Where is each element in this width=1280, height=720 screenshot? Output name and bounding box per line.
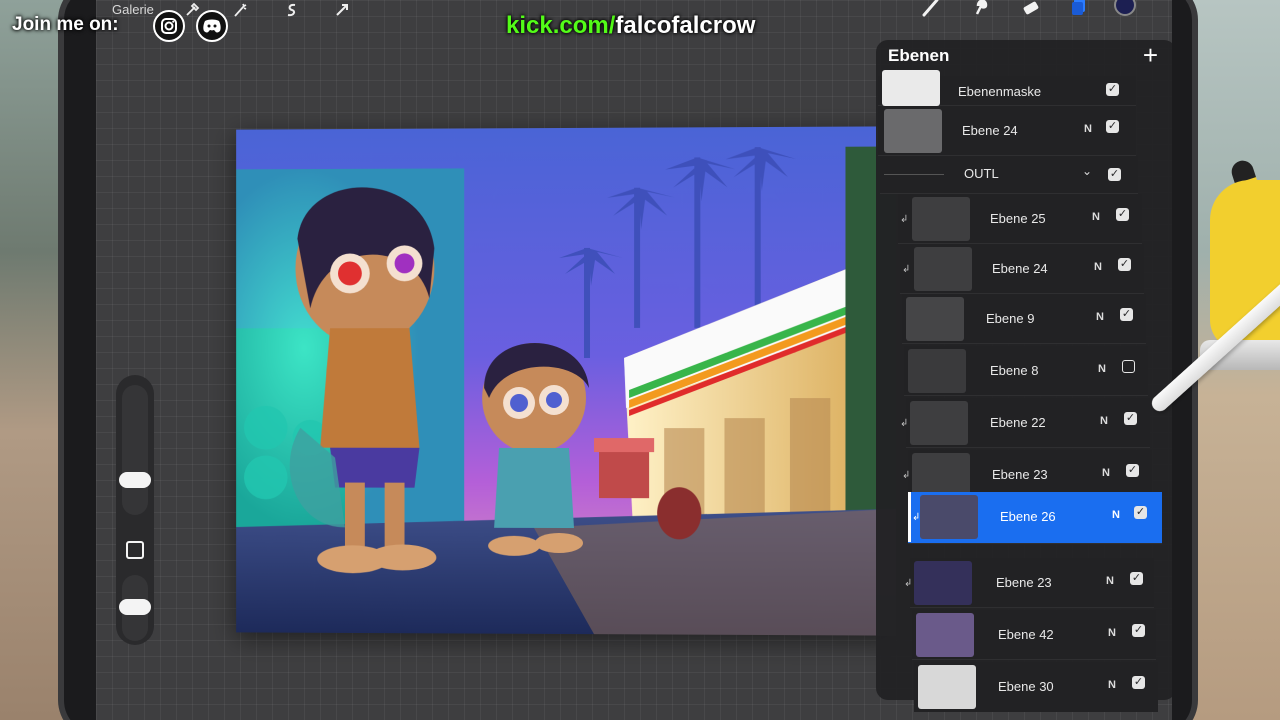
- layer-name: Ebene 24: [992, 261, 1048, 276]
- layer-visibility-checkbox[interactable]: ✓: [1120, 308, 1133, 321]
- layer-name: Ebene 23: [996, 575, 1052, 590]
- clipping-mask-icon: ↲: [900, 214, 909, 225]
- adjustments-icon[interactable]: [232, 2, 248, 22]
- opacity-handle[interactable]: [119, 599, 151, 615]
- layers-panel-title: Ebenen: [888, 46, 950, 65]
- layer-row[interactable]: Ebene 42 N ✓: [912, 610, 1156, 660]
- layer-thumbnail: [912, 197, 970, 241]
- layer-thumbnail: [884, 109, 942, 153]
- modify-button[interactable]: [126, 541, 144, 559]
- layer-name: Ebene 30: [998, 679, 1054, 694]
- layer-blend-mode[interactable]: N: [1102, 467, 1110, 479]
- layer-visibility-checkbox[interactable]: ✓: [1132, 624, 1145, 637]
- layer-row[interactable]: Ebene 24 N ✓: [878, 106, 1136, 156]
- layer-row[interactable]: Ebenenmaske ✓: [878, 70, 1136, 106]
- clipping-mask-icon: ↲: [904, 578, 913, 589]
- artwork-illustration: [236, 126, 897, 636]
- layer-thumbnail: [882, 70, 940, 106]
- selection-indicator: [908, 492, 911, 542]
- layer-group-row[interactable]: OUTL ⌄ ✓: [880, 156, 1138, 194]
- layer-blend-mode[interactable]: N: [1112, 509, 1120, 521]
- layer-thumbnail: [916, 613, 974, 657]
- layer-visibility-checkbox[interactable]: ✓: [1126, 464, 1139, 477]
- layer-row-selected[interactable]: ↲ Ebene 26 N ✓: [908, 492, 1162, 544]
- layer-thumbnail: [914, 247, 972, 291]
- selection-icon[interactable]: [284, 2, 300, 22]
- layer-group-name: OUTL: [964, 166, 999, 181]
- transform-icon[interactable]: [334, 2, 350, 22]
- brush-icon[interactable]: [918, 0, 944, 18]
- eraser-icon[interactable]: [1018, 0, 1044, 18]
- smudge-icon[interactable]: [968, 0, 994, 18]
- layer-row[interactable]: ↲ Ebene 23 N ✓: [904, 558, 1154, 608]
- layer-thumbnail: [912, 453, 970, 497]
- layer-visibility-checkbox[interactable]: ✓: [1124, 412, 1137, 425]
- group-divider: [884, 174, 944, 175]
- instagram-icon[interactable]: [153, 10, 185, 42]
- brush-size-slider[interactable]: [119, 385, 151, 515]
- layer-visibility-checkbox[interactable]: ✓: [1130, 572, 1143, 585]
- opacity-slider[interactable]: [119, 575, 151, 641]
- artwork-canvas[interactable]: [236, 126, 897, 636]
- layer-name: Ebene 42: [998, 627, 1054, 642]
- clipping-mask-icon: ↲: [902, 470, 911, 481]
- layer-row[interactable]: Ebene 9 N ✓: [902, 294, 1146, 344]
- layer-blend-mode[interactable]: N: [1094, 261, 1102, 273]
- layer-visibility-checkbox[interactable]: [1122, 360, 1135, 373]
- layer-blend-mode[interactable]: N: [1108, 627, 1116, 639]
- color-picker-button[interactable]: [1114, 0, 1136, 16]
- layer-thumbnail: [908, 349, 966, 393]
- layer-blend-mode[interactable]: N: [1108, 679, 1116, 691]
- layer-name: Ebene 9: [986, 311, 1035, 326]
- layer-visibility-checkbox[interactable]: ✓: [1106, 83, 1119, 96]
- layer-name: Ebene 25: [990, 211, 1046, 226]
- layer-thumbnail: [906, 297, 964, 341]
- add-layer-button[interactable]: +: [1143, 42, 1158, 68]
- layer-blend-mode[interactable]: N: [1096, 311, 1104, 323]
- layer-visibility-checkbox[interactable]: ✓: [1108, 168, 1121, 181]
- layer-blend-mode[interactable]: N: [1098, 363, 1106, 375]
- layer-row[interactable]: Ebene 30 N ✓: [914, 662, 1158, 712]
- join-me-label: Join me on:: [12, 14, 119, 35]
- chevron-down-icon[interactable]: ⌄: [1082, 164, 1092, 178]
- layer-row[interactable]: Ebene 8 N: [904, 346, 1148, 396]
- layer-visibility-checkbox[interactable]: ✓: [1118, 258, 1131, 271]
- layer-blend-mode[interactable]: N: [1106, 575, 1114, 587]
- kick-domain: kick.com/: [506, 12, 616, 39]
- layers-panel: Ebenen + Ebenenmaske ✓ Ebene 24 N ✓ OUTL…: [876, 40, 1172, 712]
- layer-name: Ebene 26: [1000, 509, 1056, 524]
- layer-thumbnail: [914, 561, 972, 605]
- layer-row[interactable]: ↲ Ebene 24 N ✓: [900, 244, 1144, 294]
- layer-name: Ebene 22: [990, 415, 1046, 430]
- clipping-mask-icon: ↲: [902, 264, 911, 275]
- layer-row[interactable]: ↲ Ebene 25 N ✓: [898, 194, 1142, 244]
- layer-visibility-checkbox[interactable]: ✓: [1132, 676, 1145, 689]
- sidebar-slider-panel: [116, 375, 154, 645]
- layer-visibility-checkbox[interactable]: ✓: [1106, 120, 1119, 133]
- brush-size-handle[interactable]: [119, 472, 151, 488]
- layer-name: Ebenenmaske: [958, 84, 1042, 99]
- layer-thumbnail: [910, 401, 968, 445]
- clipping-mask-icon: ↲: [900, 418, 909, 429]
- layer-name: Ebene 8: [990, 363, 1039, 378]
- layer-visibility-checkbox[interactable]: ✓: [1116, 208, 1129, 221]
- layer-name: Ebene 24: [962, 123, 1018, 138]
- kick-username: falcofalcrow: [615, 12, 756, 39]
- layer-blend-mode[interactable]: N: [1084, 123, 1092, 135]
- kick-channel-link[interactable]: kick.com/falcofalcrow: [506, 12, 755, 40]
- layer-thumbnail: [920, 495, 978, 539]
- layer-row[interactable]: ↲ Ebene 22 N ✓: [900, 398, 1150, 448]
- layer-blend-mode[interactable]: N: [1100, 415, 1108, 427]
- procreate-screen: Galerie Ebenen + Ebenenmaske ✓ Ebene 24 …: [96, 0, 1172, 720]
- discord-icon[interactable]: [196, 10, 228, 42]
- layer-blend-mode[interactable]: N: [1092, 211, 1100, 223]
- layer-name: Ebene 23: [992, 467, 1048, 482]
- layer-thumbnail: [918, 665, 976, 709]
- layers-icon[interactable]: [1066, 0, 1092, 18]
- layer-visibility-checkbox[interactable]: ✓: [1134, 506, 1147, 519]
